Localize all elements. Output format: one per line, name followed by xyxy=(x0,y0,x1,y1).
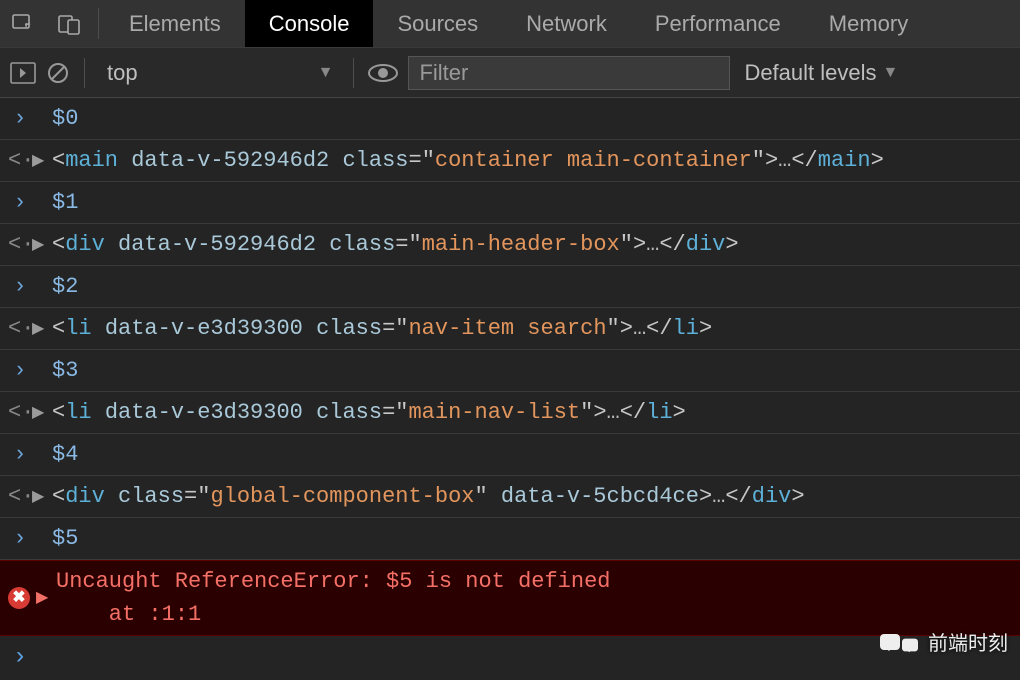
input-chevron-icon: › xyxy=(8,186,32,219)
console-output-line[interactable]: <·▶<main data-v-592946d2 class="containe… xyxy=(0,140,1020,182)
console-output: ›$0<·▶<main data-v-592946d2 class="conta… xyxy=(0,98,1020,680)
console-toolbar: top ▼ Filter Default levels ▼ xyxy=(0,48,1020,98)
tab-performance[interactable]: Performance xyxy=(631,0,805,47)
input-chevron-icon: › xyxy=(8,102,32,135)
device-toolbar-icon[interactable] xyxy=(46,0,92,47)
chevron-down-icon: ▼ xyxy=(318,64,334,82)
expand-triangle-icon[interactable]: ▶ xyxy=(32,401,52,425)
chat-bubble-icon xyxy=(880,634,900,650)
input-chevron-icon: › xyxy=(8,354,32,387)
console-output-line[interactable]: <·▶<div class="global-component-box" dat… xyxy=(0,476,1020,518)
console-expression: $2 xyxy=(52,270,78,303)
error-icon: ✖ xyxy=(8,587,30,609)
console-value: <li data-v-e3d39300 class="nav-item sear… xyxy=(52,312,712,345)
console-input-line[interactable]: › $2 xyxy=(0,266,1020,308)
console-error-line[interactable]: ✖ ▶Uncaught ReferenceError: $5 is not def… xyxy=(0,560,1020,636)
console-output-line[interactable]: <·▶<div data-v-592946d2 class="main-head… xyxy=(0,224,1020,266)
input-chevron-icon: › xyxy=(8,522,32,555)
console-value: <main data-v-592946d2 class="container m… xyxy=(52,144,884,177)
output-chevron-icon: <· xyxy=(8,480,32,513)
tab-memory[interactable]: Memory xyxy=(805,0,932,47)
console-expression: $4 xyxy=(52,438,78,471)
console-value: <li data-v-e3d39300 class="main-nav-list… xyxy=(52,396,686,429)
console-output-line[interactable]: <·▶<li data-v-e3d39300 class="nav-item s… xyxy=(0,308,1020,350)
input-chevron-icon: › xyxy=(8,438,32,471)
watermark: 前端时刻 xyxy=(880,627,1008,656)
console-input-line[interactable]: › $1 xyxy=(0,182,1020,224)
console-prompt[interactable]: › xyxy=(0,636,1020,680)
tab-sources[interactable]: Sources xyxy=(373,0,502,47)
input-chevron-icon: › xyxy=(8,640,32,676)
error-message: Uncaught ReferenceError: $5 is not defin… xyxy=(56,565,611,631)
expand-triangle-icon[interactable]: ▶ xyxy=(36,586,56,610)
context-label: top xyxy=(107,60,138,86)
chevron-down-icon: ▼ xyxy=(883,64,899,82)
console-input-line[interactable]: › $0 xyxy=(0,98,1020,140)
clear-console-icon[interactable] xyxy=(46,61,70,85)
live-expression-icon[interactable] xyxy=(368,62,398,84)
expand-triangle-icon[interactable]: ▶ xyxy=(32,233,52,257)
console-expression: $0 xyxy=(52,102,78,135)
filter-placeholder: Filter xyxy=(419,60,468,86)
watermark-text: 前端时刻 xyxy=(928,627,1008,656)
console-expression: $3 xyxy=(52,354,78,387)
tab-elements[interactable]: Elements xyxy=(105,0,245,47)
console-expression: $1 xyxy=(52,186,78,219)
expand-triangle-icon[interactable]: ▶ xyxy=(32,317,52,341)
toggle-sidebar-icon[interactable] xyxy=(10,62,36,84)
tab-network[interactable]: Network xyxy=(502,0,631,47)
console-output-line[interactable]: <·▶<li data-v-e3d39300 class="main-nav-l… xyxy=(0,392,1020,434)
console-input-line[interactable]: › $4 xyxy=(0,434,1020,476)
console-value: <div class="global-component-box" data-v… xyxy=(52,480,805,513)
tab-console[interactable]: Console xyxy=(245,0,374,47)
levels-label: Default levels xyxy=(744,60,876,86)
output-chevron-icon: <· xyxy=(8,144,32,177)
expand-triangle-icon[interactable]: ▶ xyxy=(32,149,52,173)
divider xyxy=(353,58,354,88)
devtools-tabstrip: Elements Console Sources Network Perform… xyxy=(0,0,1020,48)
console-value: <div data-v-592946d2 class="main-header-… xyxy=(52,228,739,261)
log-levels-selector[interactable]: Default levels ▼ xyxy=(744,60,898,86)
context-selector[interactable]: top ▼ xyxy=(99,60,339,86)
divider xyxy=(98,8,99,39)
divider xyxy=(84,58,85,88)
filter-input[interactable]: Filter xyxy=(408,56,730,90)
output-chevron-icon: <· xyxy=(8,312,32,345)
output-chevron-icon: <· xyxy=(8,396,32,429)
inspect-element-icon[interactable] xyxy=(0,0,46,47)
output-chevron-icon: <· xyxy=(8,228,32,261)
console-input-line[interactable]: › $3 xyxy=(0,350,1020,392)
console-expression: $5 xyxy=(52,522,78,555)
expand-triangle-icon[interactable]: ▶ xyxy=(32,485,52,509)
console-input-line[interactable]: › $5 xyxy=(0,518,1020,560)
chat-bubble-icon xyxy=(902,638,918,651)
input-chevron-icon: › xyxy=(8,270,32,303)
